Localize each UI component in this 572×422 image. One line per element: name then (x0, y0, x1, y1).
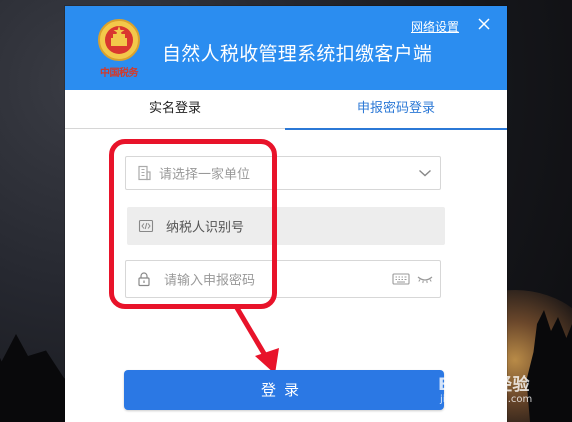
tab-password-login[interactable]: 申报密码登录 (285, 90, 507, 130)
password-placeholder: 请输入申报密码 (164, 273, 256, 289)
code-icon (138, 219, 154, 233)
password-field[interactable]: 请输入申报密码 (125, 260, 441, 298)
login-window: 中国税务 自然人税收管理系统扣缴客户端 网络设置 实名登录 申报密码登录 请选择… (65, 6, 507, 422)
login-tabs: 实名登录 申报密码登录 (65, 90, 507, 130)
network-settings-link[interactable]: 网络设置 (411, 18, 459, 35)
window-header: 中国税务 自然人税收管理系统扣缴客户端 网络设置 (65, 6, 507, 90)
unit-select[interactable]: 请选择一家单位 (125, 156, 441, 190)
building-icon (138, 165, 151, 181)
chevron-down-icon[interactable] (418, 168, 432, 178)
close-icon[interactable] (476, 16, 492, 32)
window-title: 自然人税收管理系统扣缴客户端 (162, 43, 433, 65)
taxpayer-id-field[interactable]: 纳税人识别号 (127, 207, 445, 245)
national-emblem-icon (98, 19, 140, 61)
keyboard-icon[interactable] (392, 272, 410, 286)
lock-icon (138, 272, 150, 287)
unit-select-placeholder: 请选择一家单位 (159, 167, 251, 183)
login-button[interactable]: 登录 (124, 370, 444, 410)
eye-closed-icon[interactable] (416, 272, 434, 286)
emblem-caption: 中国税务 (100, 68, 139, 79)
annotation-arrow (234, 305, 279, 374)
taxpayer-id-value: 纳税人识别号 (166, 220, 245, 236)
tab-realname-login[interactable]: 实名登录 (65, 90, 285, 129)
